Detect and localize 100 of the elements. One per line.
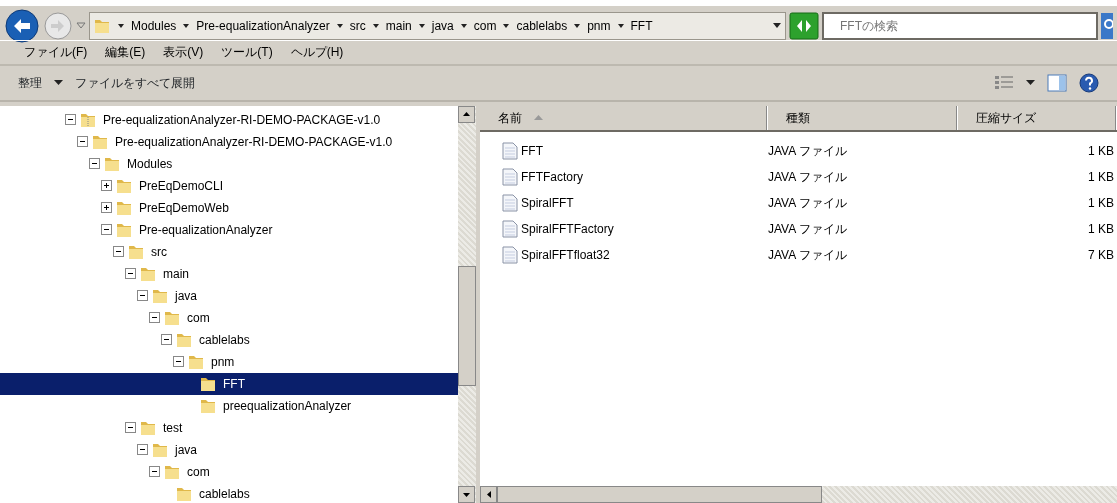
tree-item[interactable]: FFT: [0, 372, 458, 395]
breadcrumb[interactable]: Pre-equalizationAnalyzer: [196, 17, 330, 35]
dropdown-icon[interactable]: [772, 23, 782, 29]
expand-icon[interactable]: [101, 180, 112, 192]
file-type: JAVA ファイル: [768, 195, 847, 210]
caret-icon[interactable]: [371, 23, 380, 29]
menu-item[interactable]: ファイル(F): [24, 43, 88, 62]
breadcrumb[interactable]: com: [473, 17, 497, 35]
text-file-icon: [502, 219, 518, 238]
horizontal-scrollbar[interactable]: [480, 486, 1117, 503]
scroll-up-button[interactable]: [458, 105, 475, 123]
collapse-icon[interactable]: [137, 444, 148, 456]
tree-item[interactable]: cablelabs: [0, 328, 458, 351]
breadcrumb[interactable]: FFT: [630, 17, 653, 35]
scroll-down-button[interactable]: [458, 486, 475, 503]
breadcrumb[interactable]: java: [431, 17, 454, 35]
column-header[interactable]: 種類: [768, 105, 958, 130]
up-arrow-icon: [463, 112, 470, 117]
tree-item[interactable]: preequalizationAnalyzer: [0, 394, 458, 417]
toolbar-button[interactable]: ファイルをすべて展開: [75, 73, 195, 92]
left-arrow-icon: [486, 491, 491, 498]
tree-item[interactable]: test: [0, 416, 458, 439]
file-size: 7 KB: [1088, 247, 1114, 262]
scroll-left-button[interactable]: [480, 486, 497, 503]
column-header[interactable]: 名前: [480, 105, 768, 130]
menu-item[interactable]: 編集(E): [105, 43, 146, 62]
collapse-icon[interactable]: [137, 290, 148, 302]
caret-icon[interactable]: [117, 23, 125, 29]
text-file-icon: [502, 193, 518, 212]
menu-item[interactable]: 表示(V): [163, 43, 204, 62]
tree-item[interactable]: PreEqDemoWeb: [0, 196, 458, 219]
collapse-icon[interactable]: [77, 136, 88, 148]
tree-item[interactable]: src: [0, 240, 458, 263]
scroll-thumb[interactable]: [497, 486, 822, 503]
back-button[interactable]: [4, 8, 40, 44]
collapse-icon[interactable]: [65, 114, 76, 126]
text-file-icon: [502, 167, 518, 186]
file-size: 1 KB: [1088, 143, 1114, 158]
tree-item[interactable]: PreEqDemoCLI: [0, 174, 458, 197]
collapse-icon[interactable]: [113, 246, 124, 258]
address-field[interactable]: Modules Pre-equalizationAnalyzer src main java com cablelabs pnm FFT: [89, 12, 786, 40]
vertical-scrollbar[interactable]: [458, 105, 476, 503]
down-arrow-icon: [463, 492, 470, 497]
expand-icon[interactable]: [101, 202, 112, 214]
menu-item[interactable]: ヘルプ(H): [290, 43, 344, 62]
menu-item[interactable]: ツール(T): [221, 43, 273, 62]
file-size: 1 KB: [1088, 221, 1114, 236]
text-file-icon: [502, 141, 518, 160]
file-name[interactable]: SpiralFFTfloat32: [521, 245, 610, 264]
scroll-thumb[interactable]: [458, 266, 476, 386]
caret-icon[interactable]: [182, 23, 191, 29]
caret-icon[interactable]: [417, 23, 426, 29]
breadcrumb[interactable]: cablelabs: [516, 17, 568, 35]
collapse-icon[interactable]: [173, 356, 184, 368]
view-dropdown-icon[interactable]: [1026, 79, 1035, 86]
caret-icon[interactable]: [335, 23, 344, 29]
tree-item[interactable]: cablelabs: [0, 482, 458, 503]
file-size: 1 KB: [1088, 169, 1114, 184]
file-type: JAVA ファイル: [768, 143, 847, 158]
caret-icon[interactable]: [502, 23, 511, 29]
breadcrumb[interactable]: main: [385, 17, 412, 35]
search-icon[interactable]: [1101, 13, 1113, 39]
file-name[interactable]: SpiralFFT: [521, 193, 574, 212]
tree-item[interactable]: java: [0, 438, 458, 461]
refresh-button[interactable]: [789, 12, 819, 40]
file-name[interactable]: FFT: [521, 141, 543, 160]
collapse-icon[interactable]: [89, 158, 100, 170]
collapse-icon[interactable]: [125, 422, 136, 434]
tree-item[interactable]: pnm: [0, 350, 458, 373]
text-file-icon: [502, 245, 518, 264]
collapse-icon[interactable]: [161, 334, 172, 346]
tree-item[interactable]: main: [0, 262, 458, 285]
file-name[interactable]: SpiralFFTFactory: [521, 219, 614, 238]
column-header[interactable]: 圧縮サイズ: [958, 105, 1117, 130]
breadcrumb[interactable]: Modules: [131, 17, 177, 35]
caret-icon[interactable]: [573, 23, 582, 29]
breadcrumb[interactable]: src: [349, 17, 366, 35]
file-type: JAVA ファイル: [768, 247, 847, 262]
caret-icon[interactable]: [459, 23, 468, 29]
file-type: JAVA ファイル: [768, 221, 847, 236]
tree-item[interactable]: com: [0, 460, 458, 483]
breadcrumb[interactable]: pnm: [587, 17, 611, 35]
tree-item[interactable]: Pre-equalizationAnalyzer: [0, 218, 458, 241]
organize-button[interactable]: 整理: [18, 73, 63, 92]
collapse-icon[interactable]: [149, 466, 160, 478]
history-dropdown-icon[interactable]: [76, 22, 86, 30]
tree-item[interactable]: com: [0, 306, 458, 329]
file-size: 1 KB: [1088, 195, 1114, 210]
caret-icon[interactable]: [616, 23, 625, 29]
tree-item[interactable]: Pre-equalizationAnalyzer-RI-DEMO-PACKAGE-v1.0: [0, 130, 458, 153]
collapse-icon[interactable]: [149, 312, 160, 324]
tree-item[interactable]: java: [0, 284, 458, 307]
collapse-icon[interactable]: [125, 268, 136, 280]
tree-item[interactable]: Pre-equalizationAnalyzer-RI-DEMO-PACKAGE-v1.0: [0, 108, 458, 131]
help-icon: [1079, 72, 1099, 93]
collapse-icon[interactable]: [101, 224, 112, 236]
file-name[interactable]: FFTFactory: [521, 167, 583, 186]
search-field[interactable]: FFTの検索: [822, 12, 1098, 40]
tree-item[interactable]: Modules: [0, 152, 458, 175]
file-type: JAVA ファイル: [768, 169, 847, 184]
